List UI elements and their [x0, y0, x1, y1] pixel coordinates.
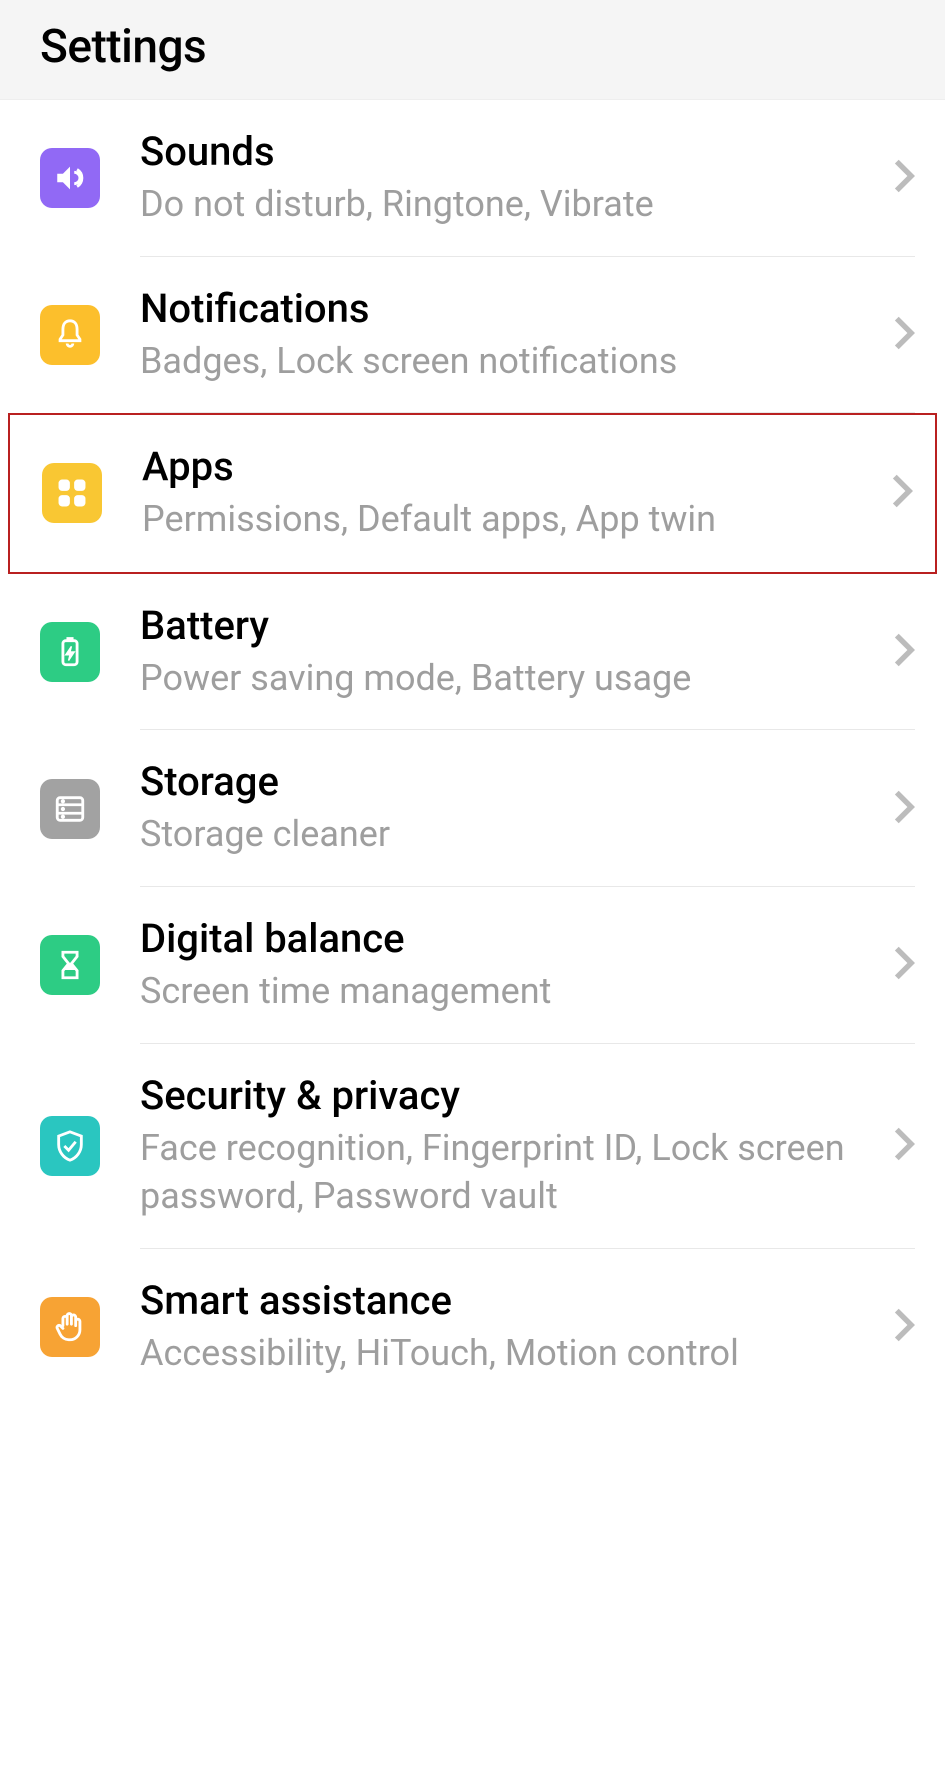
settings-item-battery[interactable]: BatteryPower saving mode, Battery usage — [0, 574, 945, 731]
settings-item-subtitle: Do not disturb, Ringtone, Vibrate — [140, 180, 873, 229]
settings-item-title: Storage — [140, 758, 873, 806]
chevron-right-icon — [891, 473, 913, 513]
shield-icon — [40, 1116, 100, 1176]
bell-icon — [40, 305, 100, 365]
settings-item-text: SoundsDo not disturb, Ringtone, Vibrate — [140, 128, 873, 229]
chevron-right-icon — [893, 945, 915, 985]
settings-item-text: AppsPermissions, Default apps, App twin — [142, 443, 871, 544]
chevron-right-icon — [893, 1126, 915, 1166]
drive-icon — [40, 779, 100, 839]
settings-item-subtitle: Badges, Lock screen notifications — [140, 337, 873, 386]
chevron-right-icon — [893, 789, 915, 829]
settings-item-digital-balance[interactable]: Digital balanceScreen time management — [0, 887, 945, 1044]
battery-icon — [40, 622, 100, 682]
settings-item-smart-assistance[interactable]: Smart assistanceAccessibility, HiTouch, … — [0, 1249, 945, 1406]
settings-list: SoundsDo not disturb, Ringtone, Vibrate N… — [0, 100, 945, 1405]
settings-item-text: BatteryPower saving mode, Battery usage — [140, 602, 873, 703]
page-title: Settings — [40, 20, 905, 74]
chevron-right-icon — [893, 158, 915, 198]
settings-item-text: StorageStorage cleaner — [140, 758, 873, 859]
hand-icon — [40, 1297, 100, 1357]
settings-item-title: Sounds — [140, 128, 873, 176]
chevron-right-icon — [893, 1307, 915, 1347]
settings-item-apps[interactable]: AppsPermissions, Default apps, App twin — [8, 413, 937, 574]
settings-item-sounds[interactable]: SoundsDo not disturb, Ringtone, Vibrate — [0, 100, 945, 257]
speaker-icon — [40, 148, 100, 208]
settings-item-title: Security & privacy — [140, 1072, 873, 1120]
chevron-right-icon — [893, 632, 915, 672]
header: Settings — [0, 0, 945, 100]
settings-item-title: Digital balance — [140, 915, 873, 963]
settings-item-subtitle: Face recognition, Fingerprint ID, Lock s… — [140, 1124, 873, 1221]
settings-item-text: Smart assistanceAccessibility, HiTouch, … — [140, 1277, 873, 1378]
settings-item-text: NotificationsBadges, Lock screen notific… — [140, 285, 873, 386]
settings-item-text: Digital balanceScreen time management — [140, 915, 873, 1016]
settings-item-subtitle: Accessibility, HiTouch, Motion control — [140, 1329, 873, 1378]
settings-item-notifications[interactable]: NotificationsBadges, Lock screen notific… — [0, 257, 945, 414]
grid-icon — [42, 463, 102, 523]
settings-item-subtitle: Power saving mode, Battery usage — [140, 654, 873, 703]
settings-item-title: Battery — [140, 602, 873, 650]
settings-item-text: Security & privacyFace recognition, Fing… — [140, 1072, 873, 1221]
settings-item-subtitle: Storage cleaner — [140, 810, 873, 859]
hourglass-icon — [40, 935, 100, 995]
settings-item-subtitle: Screen time management — [140, 967, 873, 1016]
settings-item-title: Notifications — [140, 285, 873, 333]
chevron-right-icon — [893, 315, 915, 355]
settings-item-title: Apps — [142, 443, 871, 491]
settings-item-title: Smart assistance — [140, 1277, 873, 1325]
settings-item-security[interactable]: Security & privacyFace recognition, Fing… — [0, 1044, 945, 1249]
settings-item-storage[interactable]: StorageStorage cleaner — [0, 730, 945, 887]
settings-item-subtitle: Permissions, Default apps, App twin — [142, 495, 871, 544]
